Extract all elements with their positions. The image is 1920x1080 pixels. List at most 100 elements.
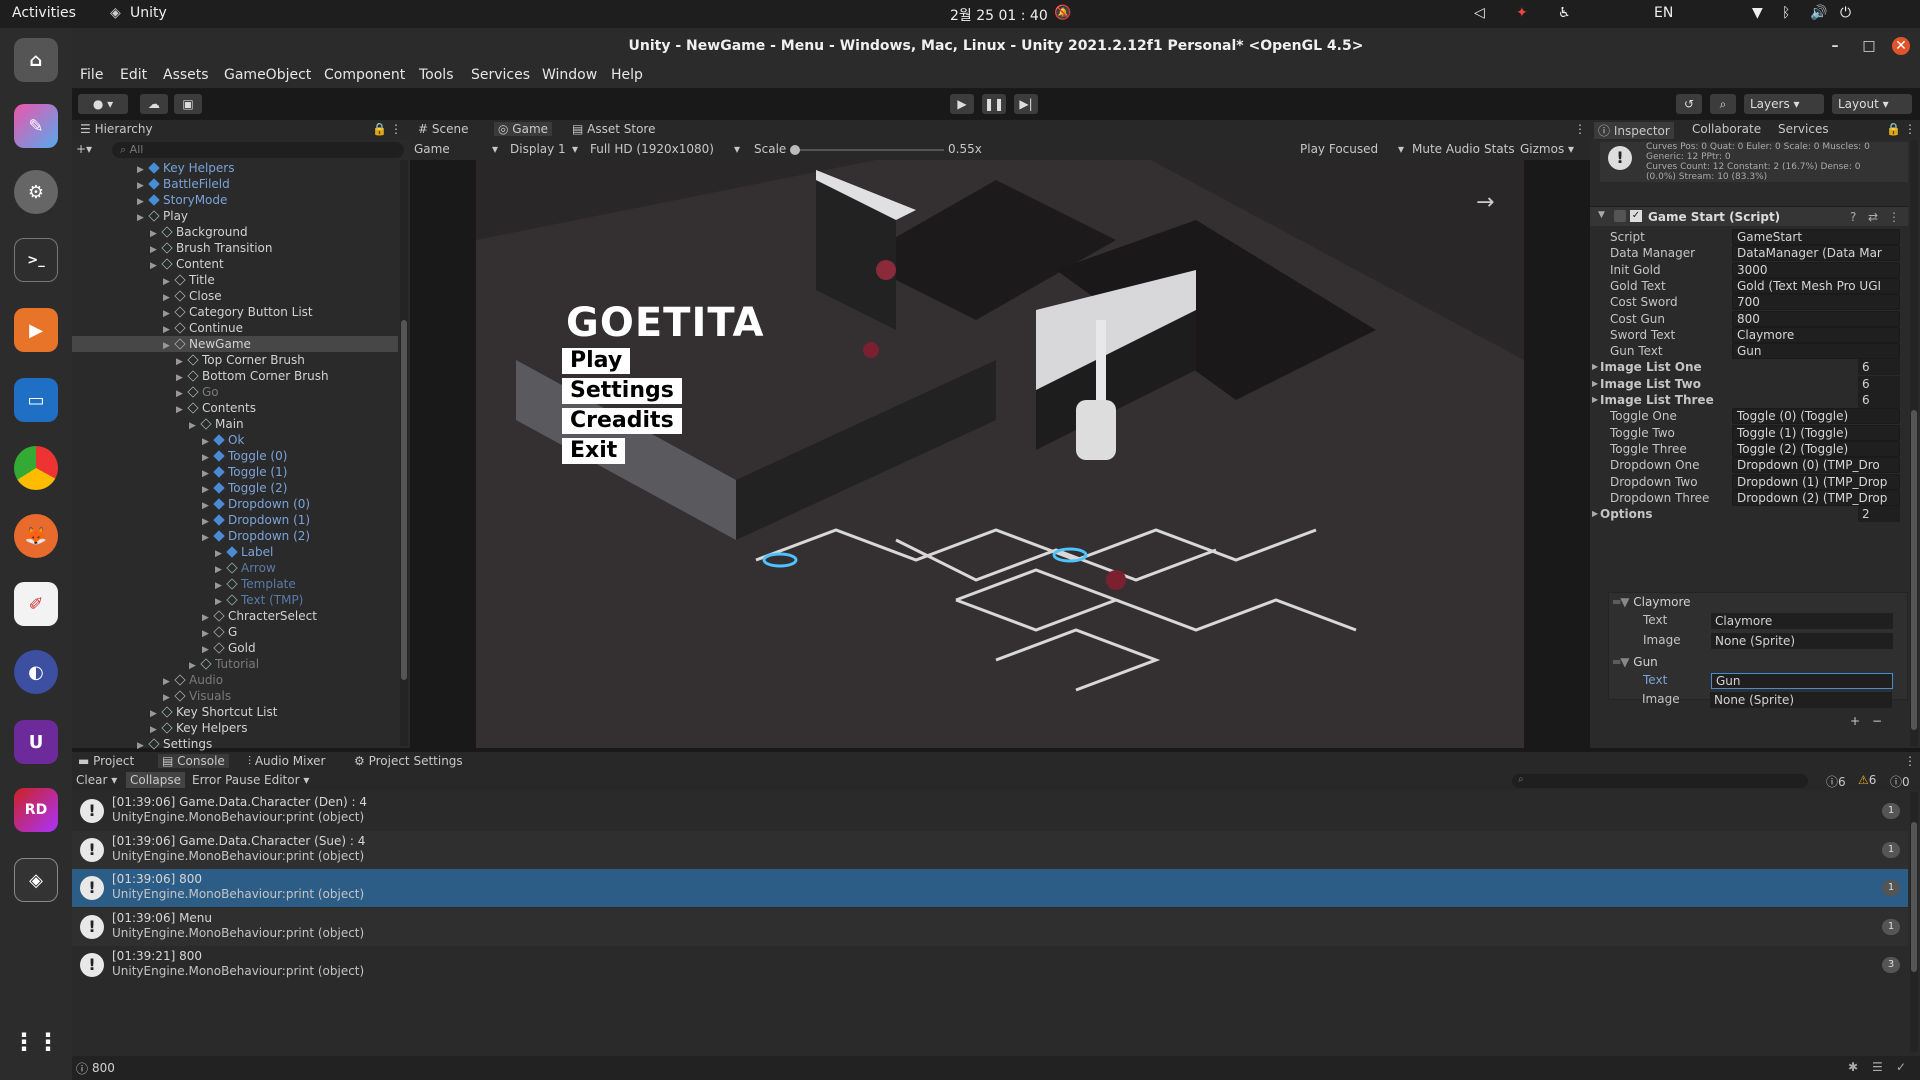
help-icon[interactable]: ? (1850, 210, 1856, 224)
hierarchy-item[interactable]: ▶ Go (72, 384, 398, 400)
log-entry[interactable]: ! [01:39:06] 800 UnityEngine.MonoBehaviour… (72, 869, 1908, 907)
field-label[interactable]: Image List Three (1600, 391, 1714, 409)
console-scrollbar[interactable] (1910, 792, 1918, 1052)
hierarchy-item[interactable]: ▶ G (72, 624, 398, 640)
unity-hub-icon[interactable]: U (14, 720, 58, 764)
hierarchy-item[interactable]: ▶ Key Shortcut List (72, 704, 398, 720)
language-indicator[interactable]: EN (1654, 5, 1673, 21)
foldout-arrow-icon[interactable]: ▶ (1592, 358, 1598, 376)
field-label[interactable]: Image List One (1600, 358, 1702, 376)
field-label[interactable]: Image List Two (1600, 375, 1701, 393)
presets-icon[interactable]: ⇄ (1868, 210, 1878, 224)
hierarchy-item[interactable]: ▶ StoryMode (72, 192, 398, 208)
kebab-menu-icon[interactable]: ⋮ (390, 122, 402, 136)
display-dropdown[interactable]: Display 1 ▾ (510, 142, 580, 156)
warning-count-toggle[interactable]: ⚠6 (1858, 773, 1876, 787)
option-gun-header[interactable]: ═▼ Gun (1613, 655, 1903, 673)
game-credits-button[interactable]: Creadits (562, 408, 682, 434)
option-gun-image-field[interactable]: None (Sprite) (1710, 692, 1892, 708)
asset-store-tab[interactable]: ▤ Asset Store (572, 122, 656, 136)
game-mode-dropdown[interactable]: Game ▾ (414, 142, 500, 156)
collapse-toggle[interactable]: Collapse (126, 772, 185, 788)
chrome-icon[interactable] (14, 446, 58, 490)
hierarchy-item[interactable]: ▶ Continue (72, 320, 398, 336)
history-icon[interactable]: ↺ (1676, 94, 1702, 114)
game-exit-button[interactable]: Exit (562, 438, 626, 464)
mute-audio-toggle[interactable]: Mute Audio (1412, 142, 1480, 156)
component-foldout-icon[interactable]: ▼ (1598, 210, 1605, 220)
hierarchy-item[interactable]: ▶ Dropdown (1) (72, 512, 398, 528)
collab-icon[interactable]: ▣ (174, 94, 202, 114)
firefox-icon[interactable]: 🦊 (14, 514, 58, 558)
search-icon[interactable]: ⌕ (1710, 94, 1736, 114)
object-field[interactable]: Dropdown (0) (TMP_Dro (1732, 457, 1900, 474)
option-claymore-text-field[interactable]: Claymore (1711, 613, 1893, 629)
hierarchy-item[interactable]: ▶ Label (72, 544, 398, 560)
game-tab[interactable]: ◎ Game (494, 122, 553, 136)
hierarchy-tab[interactable]: ☰ Hierarchy (80, 122, 153, 136)
hierarchy-item[interactable]: ▶ Play (72, 208, 398, 224)
hierarchy-item[interactable]: ▶ Key Helpers (72, 160, 398, 176)
field-label[interactable]: Options (1600, 505, 1653, 523)
hierarchy-item[interactable]: ▶ Gold (72, 640, 398, 656)
menu-tools[interactable]: Tools (419, 67, 454, 83)
layers-status-icon[interactable]: ☰ (1872, 1060, 1883, 1074)
list-size-field[interactable]: 6 (1858, 359, 1900, 376)
settings-icon[interactable]: ⚙ (14, 170, 58, 214)
text-field[interactable]: 3000 (1732, 261, 1900, 278)
unity-editor-icon[interactable]: ◈ (14, 858, 58, 902)
project-tab[interactable]: ▬ Project (78, 754, 134, 768)
network-share-icon[interactable]: ◁ (1474, 5, 1485, 21)
layout-dropdown[interactable]: Layout ▾ (1832, 94, 1912, 114)
console-scroll-thumb[interactable] (1911, 822, 1917, 972)
gimp-icon[interactable]: ◐ (14, 650, 58, 694)
menu-edit[interactable]: Edit (120, 67, 147, 83)
component-menu-icon[interactable]: ⋮ (1888, 210, 1900, 224)
console-search-input[interactable]: ⌕ (1512, 774, 1808, 788)
media-player-icon[interactable]: ▶ (14, 308, 58, 352)
menu-help[interactable]: Help (611, 67, 643, 83)
inspector-lock-icon[interactable]: 🔒 (1886, 122, 1901, 136)
screenshot-app-icon[interactable]: ⌂ (14, 38, 58, 82)
text-field[interactable]: 800 (1732, 310, 1900, 327)
log-entry[interactable]: ! [01:39:06] Game.Data.Character (Sue) : … (72, 830, 1908, 869)
game-render[interactable]: GOETITA Play Settings Creadits Exit → (476, 160, 1524, 748)
hierarchy-item[interactable]: ▶ Bottom Corner Brush (72, 368, 398, 384)
pause-button[interactable]: ❚❚ (982, 94, 1006, 114)
stats-toggle[interactable]: Stats (1484, 142, 1515, 156)
color-picker-icon[interactable]: ✦ (1516, 5, 1528, 21)
next-arrow-icon[interactable]: → (1476, 190, 1494, 215)
hierarchy-scroll-thumb[interactable] (401, 320, 407, 680)
cloud-icon[interactable]: ☁ (140, 94, 168, 114)
menu-file[interactable]: File (80, 67, 103, 83)
bug-icon[interactable]: ✱ (1848, 1060, 1858, 1074)
object-field[interactable]: Toggle (2) (Toggle) (1732, 440, 1900, 457)
minimize-button[interactable]: – (1826, 37, 1844, 55)
power-icon[interactable]: ⏻ (1840, 5, 1851, 21)
inspector-scroll-thumb[interactable] (1911, 410, 1917, 730)
info-count-toggle[interactable]: ⓘ6 (1826, 773, 1846, 790)
game-settings-button[interactable]: Settings (562, 378, 682, 404)
step-button[interactable]: ▶| (1014, 94, 1038, 114)
clear-dropdown[interactable]: Clear ▾ (76, 773, 117, 787)
foldout-arrow-icon[interactable]: ▶ (1592, 505, 1598, 523)
wifi-icon[interactable]: ▼ (1752, 5, 1763, 21)
drawing-app-icon[interactable]: ✐ (14, 582, 58, 626)
show-apps-icon[interactable]: ⋮⋮ (12, 1020, 60, 1064)
maximize-button[interactable]: □ (1860, 37, 1878, 55)
foldout-arrow-icon[interactable]: ▶ (1592, 391, 1598, 409)
hierarchy-item[interactable]: ▶ Tutorial (72, 656, 398, 672)
hierarchy-item[interactable]: ▶ Template (72, 576, 398, 592)
inspector-menu-icon[interactable]: ⋮ (1904, 122, 1916, 136)
hierarchy-item[interactable]: ▶ Contents (72, 400, 398, 416)
object-field[interactable]: Dropdown (2) (TMP_Drop (1732, 489, 1900, 506)
text-field[interactable]: Claymore (1732, 326, 1900, 343)
status-message[interactable]: 800 (92, 1061, 115, 1075)
hierarchy-item[interactable]: ▶ ChracterSelect (72, 608, 398, 624)
services-tab[interactable]: Services (1778, 122, 1829, 136)
log-entry[interactable]: ! [01:39:21] 800 UnityEngine.MonoBehaviour… (72, 946, 1908, 984)
remove-option-button[interactable]: − (1872, 714, 1882, 728)
hierarchy-item[interactable]: ▶ Content (72, 256, 398, 272)
object-field[interactable]: GameStart (1732, 229, 1900, 245)
menu-component[interactable]: Component (324, 67, 405, 83)
